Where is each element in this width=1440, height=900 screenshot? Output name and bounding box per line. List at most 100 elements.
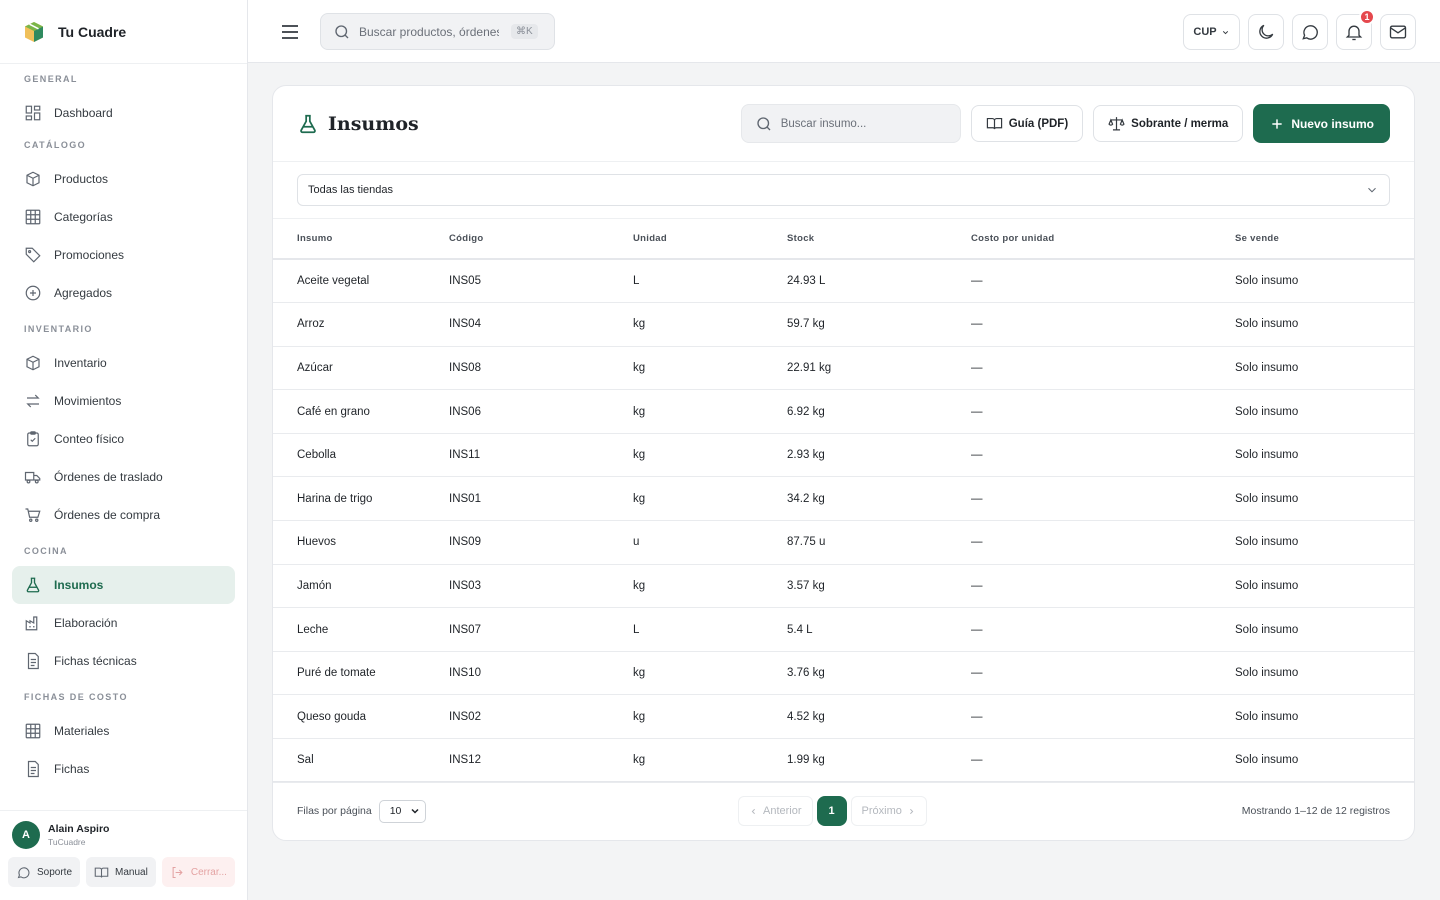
table-row[interactable]: Café en grano INS06 kg 6.92 kg — Solo insumo bbox=[273, 389, 1414, 434]
table-row[interactable]: Cebolla INS11 kg 2.93 kg — Solo insumo bbox=[273, 433, 1414, 478]
insumo-cell: Jamón bbox=[273, 564, 449, 609]
sidebar-item-insumos[interactable]: Insumos bbox=[12, 566, 235, 604]
new-insumo-label: Nuevo insumo bbox=[1291, 116, 1374, 131]
stock-cell: 5.4 L bbox=[787, 607, 971, 652]
table-row[interactable]: Leche INS07 L 5.4 L — Solo insumo bbox=[273, 607, 1414, 652]
sidebar-item-label: Órdenes de traslado bbox=[54, 470, 163, 484]
codigo-cell: INS11 bbox=[449, 433, 633, 478]
unidad-cell: kg bbox=[633, 302, 787, 347]
costo-cell: — bbox=[971, 607, 1235, 652]
rows-per-page-select[interactable]: 10 bbox=[378, 799, 426, 823]
section-label-inventario: INVENTARIO bbox=[24, 324, 93, 334]
insumo-cell: Huevos bbox=[273, 520, 449, 565]
table-row[interactable]: Queso gouda INS02 kg 4.52 kg — Solo insumo bbox=[273, 694, 1414, 740]
sidebar-item-label: Conteo físico bbox=[54, 432, 125, 446]
unidad-cell: L bbox=[633, 607, 787, 652]
table-row[interactable]: Harina de trigo INS01 kg 34.2 kg — Solo insum… bbox=[273, 476, 1414, 522]
column-header-codigo[interactable]: Código bbox=[449, 219, 633, 260]
currency-selector[interactable]: CUP bbox=[1183, 14, 1240, 50]
messages-button[interactable] bbox=[1292, 14, 1328, 50]
sidebar-item-label: Fichas bbox=[54, 762, 90, 776]
sidebar-item-fichas-tecnicas[interactable]: Fichas técnicas bbox=[12, 642, 235, 680]
sidebar-item-ordenes-compra[interactable]: Órdenes de compra bbox=[12, 496, 235, 534]
user-profile[interactable]: A Alain Aspiro TuCuadre bbox=[0, 811, 247, 849]
rows-per-page-label: Filas por página bbox=[297, 805, 372, 817]
sidebar-item-movimientos[interactable]: Movimientos bbox=[12, 382, 235, 420]
se-vende-cell: Solo insumo bbox=[1235, 346, 1414, 391]
codigo-cell: INS07 bbox=[449, 607, 633, 652]
sidebar-item-categorias[interactable]: Categorías bbox=[12, 198, 235, 236]
sidebar-item-agregados[interactable]: Agregados bbox=[12, 274, 235, 312]
sidebar-item-conteo-fisico[interactable]: Conteo físico bbox=[12, 420, 235, 458]
plus-icon bbox=[1269, 116, 1285, 132]
notifications-button[interactable]: 1 bbox=[1336, 9, 1375, 50]
cart-icon bbox=[24, 506, 42, 524]
codigo-cell: INS01 bbox=[449, 476, 633, 522]
new-insumo-button[interactable]: Nuevo insumo bbox=[1253, 104, 1390, 143]
stock-cell: 3.76 kg bbox=[787, 651, 971, 696]
guide-pdf-button[interactable]: Guía (PDF) bbox=[970, 105, 1084, 142]
column-header-insumo[interactable]: Insumo bbox=[273, 219, 449, 260]
avatar: A bbox=[12, 821, 40, 849]
table-row[interactable]: Azúcar INS08 kg 22.91 kg — Solo insumo bbox=[273, 346, 1414, 391]
sidebar-item-productos[interactable]: Productos bbox=[12, 160, 235, 198]
column-header-stock[interactable]: Stock bbox=[787, 219, 971, 260]
unidad-cell: L bbox=[633, 259, 787, 304]
table-row[interactable]: Puré de tomate INS10 kg 3.76 kg — Solo insumo bbox=[273, 651, 1414, 696]
support-button[interactable]: Soporte bbox=[8, 857, 81, 887]
manual-button[interactable]: Manual bbox=[86, 857, 156, 887]
column-header-se-vende[interactable]: Se vende bbox=[1235, 219, 1414, 260]
sidebar-item-elaboracion[interactable]: Elaboración bbox=[12, 604, 235, 642]
unidad-cell: kg bbox=[633, 564, 787, 609]
column-header-costo-unidad[interactable]: Costo por unidad bbox=[971, 219, 1235, 260]
file-icon bbox=[24, 760, 42, 778]
logout-button[interactable]: Cerrar... bbox=[161, 857, 235, 887]
menu-icon[interactable] bbox=[278, 20, 302, 44]
next-page-button[interactable]: Próximo bbox=[850, 796, 927, 826]
table-row[interactable]: Aceite vegetal INS05 L 24.93 L — Solo insumo bbox=[273, 259, 1414, 304]
insumo-cell: Café en grano bbox=[273, 389, 449, 434]
clipboard-icon bbox=[24, 430, 42, 448]
insumo-cell: Harina de trigo bbox=[273, 476, 449, 522]
pagination-footer: Filas por página 10 Anterior 1 Próximo M… bbox=[273, 781, 1414, 840]
codigo-cell: INS05 bbox=[449, 259, 633, 304]
table-row[interactable]: Sal INS12 kg 1.99 kg — Solo insumo bbox=[273, 738, 1414, 783]
table-row[interactable]: Arroz INS04 kg 59.7 kg — Solo insumo bbox=[273, 302, 1414, 347]
se-vende-cell: Solo insumo bbox=[1235, 259, 1414, 304]
sidebar-item-inventario[interactable]: Inventario bbox=[12, 344, 235, 382]
unidad-cell: kg bbox=[633, 694, 787, 740]
section-label-catalogo: CATÁLOGO bbox=[24, 140, 87, 150]
records-summary: Mostrando 1–12 de 12 registros bbox=[1241, 805, 1390, 817]
previous-page-button[interactable]: Anterior bbox=[738, 796, 813, 826]
plus-circle-icon bbox=[24, 284, 42, 302]
next-page-label: Próximo bbox=[861, 805, 902, 817]
brand[interactable]: Tu Cuadre bbox=[0, 0, 247, 64]
costo-cell: — bbox=[971, 476, 1235, 522]
page-1-button[interactable]: 1 bbox=[816, 796, 847, 826]
se-vende-cell: Solo insumo bbox=[1235, 694, 1414, 740]
sidebar-item-dashboard[interactable]: Dashboard bbox=[12, 94, 235, 132]
store-filter-select[interactable]: Todas las tiendas bbox=[297, 174, 1390, 206]
dashboard-icon bbox=[24, 104, 42, 122]
global-search-input[interactable]: Buscar productos, órdenes… ⌘K bbox=[320, 13, 555, 50]
factory-icon bbox=[24, 614, 42, 632]
sidebar-item-materiales[interactable]: Materiales bbox=[12, 712, 235, 750]
sidebar-item-label: Movimientos bbox=[54, 394, 122, 408]
column-header-unidad[interactable]: Unidad bbox=[633, 219, 787, 260]
unidad-cell: kg bbox=[633, 389, 787, 434]
table-row[interactable]: Huevos INS09 u 87.75 u — Solo insumo bbox=[273, 520, 1414, 565]
sidebar-item-fichas[interactable]: Fichas bbox=[12, 750, 235, 788]
mail-button[interactable] bbox=[1380, 14, 1416, 50]
search-icon bbox=[755, 115, 773, 133]
filter-row: Todas las tiendas bbox=[273, 162, 1414, 219]
theme-toggle-button[interactable] bbox=[1248, 14, 1284, 50]
table-row[interactable]: Jamón INS03 kg 3.57 kg — Solo insumo bbox=[273, 564, 1414, 609]
sidebar-item-ordenes-traslado[interactable]: Órdenes de traslado bbox=[12, 458, 235, 496]
costo-cell: — bbox=[971, 302, 1235, 347]
insumos-table: Insumo Código Unidad Stock Costo por uni… bbox=[273, 219, 1414, 783]
se-vende-cell: Solo insumo bbox=[1235, 564, 1414, 609]
insumo-search-input[interactable]: Buscar insumo... bbox=[740, 104, 961, 143]
sidebar-item-promociones[interactable]: Promociones bbox=[12, 236, 235, 274]
surplus-waste-button[interactable]: Sobrante / merma bbox=[1093, 105, 1244, 142]
insumo-cell: Arroz bbox=[273, 302, 449, 347]
